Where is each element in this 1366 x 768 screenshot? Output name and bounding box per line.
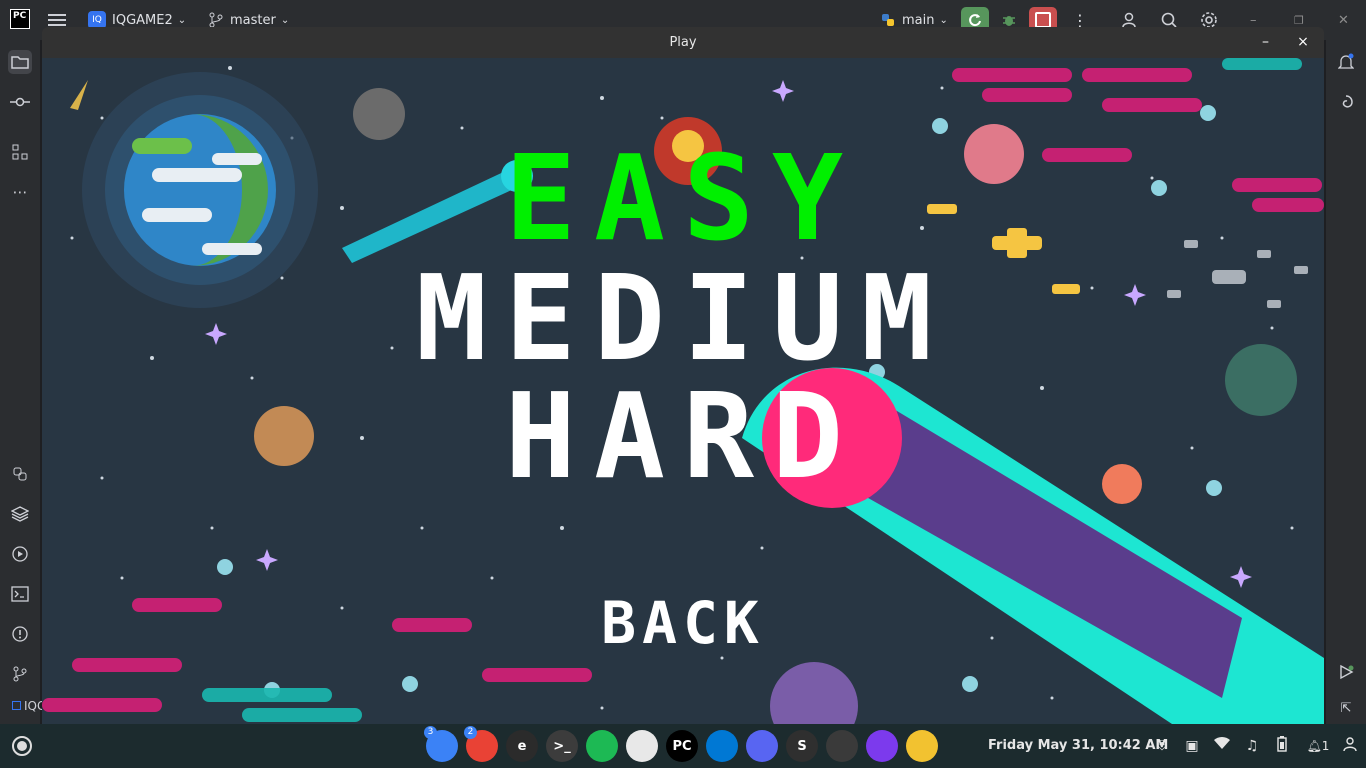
run-widget-icon[interactable] xyxy=(1334,660,1358,684)
python-icon xyxy=(882,14,894,26)
bug-icon xyxy=(1003,16,1015,26)
run-icon[interactable] xyxy=(8,542,32,566)
taskbar-app-stacks[interactable] xyxy=(626,730,658,762)
easy-option[interactable]: EASY xyxy=(42,138,1324,258)
music-note-icon[interactable]: ♫ xyxy=(1242,736,1262,756)
game-close-button[interactable]: × xyxy=(1296,34,1310,50)
layers-icon[interactable] xyxy=(8,502,32,526)
project-name: IQGAME2 xyxy=(112,12,173,28)
rerun-icon xyxy=(969,14,981,27)
ai-assistant-icon[interactable] xyxy=(1334,90,1358,114)
chevron-down-icon: ⌄ xyxy=(177,14,187,26)
account-card-icon[interactable]: ▣ xyxy=(1182,736,1202,756)
chevron-down-icon: ⌄ xyxy=(280,14,290,26)
project-folder-icon[interactable] xyxy=(8,50,32,74)
commit-icon[interactable] xyxy=(8,90,32,114)
launcher-icon xyxy=(17,741,27,751)
taskbar-app-terminal[interactable]: >_ xyxy=(546,730,578,762)
terminal-icon[interactable] xyxy=(8,582,32,606)
taskbar-badge-files: 3 xyxy=(424,726,437,739)
grey-moon xyxy=(353,88,405,140)
taskbar-app-spotify[interactable] xyxy=(586,730,618,762)
taskbar-app-video[interactable] xyxy=(826,730,858,762)
bell-icon: 🔔︎ xyxy=(1306,739,1322,753)
taskbar: 3 2 e >_ PC S Friday May 31, 10:42 AM ⛨ ▣ ♫ 🔔… xyxy=(0,724,1366,768)
taskbar-app-game[interactable] xyxy=(906,730,938,762)
python-console-icon[interactable] xyxy=(8,462,32,486)
taskbar-badge-chrome: 2 xyxy=(464,726,477,739)
run-config-name: main xyxy=(902,12,935,28)
game-window-titlebar[interactable]: Play – × xyxy=(42,27,1324,58)
module-icon xyxy=(12,701,21,710)
external-link-icon[interactable]: ⇱ xyxy=(1334,696,1358,720)
hard-option[interactable]: HARD xyxy=(42,376,1324,496)
problems-icon[interactable] xyxy=(8,622,32,646)
pycharm-logo-icon[interactable]: PC xyxy=(10,9,30,29)
taskbar-app-vscode[interactable] xyxy=(706,730,738,762)
branch-name: master xyxy=(230,12,276,28)
ide-close-icon[interactable]: ✕ xyxy=(1338,0,1349,40)
notifications-tray[interactable]: 🔔︎1 xyxy=(1304,736,1332,756)
vpn-shield-icon[interactable]: ⛨ xyxy=(1152,736,1172,756)
wifi-icon[interactable] xyxy=(1212,736,1232,756)
game-canvas: EASY MEDIUM HARD BACK xyxy=(42,58,1324,724)
taskbar-app-obsidian[interactable] xyxy=(866,730,898,762)
structure-icon[interactable] xyxy=(8,140,32,164)
game-window-title: Play xyxy=(669,35,697,50)
launcher-button[interactable] xyxy=(12,736,32,756)
left-tool-strip: ⋯ IQG xyxy=(0,40,46,728)
notifications-count: 1 xyxy=(1321,739,1330,753)
user-icon[interactable] xyxy=(1340,736,1360,756)
game-minimize-button[interactable]: – xyxy=(1262,35,1272,49)
stop-icon xyxy=(1035,12,1051,28)
notifications-bell-icon[interactable] xyxy=(1334,50,1358,74)
git-branch-icon xyxy=(209,12,223,28)
taskbar-app-s-app[interactable]: S xyxy=(786,730,818,762)
taskbar-app-discord[interactable] xyxy=(746,730,778,762)
clock[interactable]: Friday May 31, 10:42 AM xyxy=(988,724,1168,768)
taskbar-app-pycharm[interactable]: PC xyxy=(666,730,698,762)
git-icon[interactable] xyxy=(8,662,32,686)
taskbar-app-editor[interactable]: e xyxy=(506,730,538,762)
medium-option[interactable]: MEDIUM xyxy=(42,258,1324,378)
more-tools-icon[interactable]: ⋯ xyxy=(8,180,32,204)
battery-icon[interactable] xyxy=(1272,736,1292,756)
back-button[interactable]: BACK xyxy=(42,588,1324,658)
chevron-down-icon: ⌄ xyxy=(939,14,948,26)
right-tool-strip: ⇱ xyxy=(1326,40,1366,728)
